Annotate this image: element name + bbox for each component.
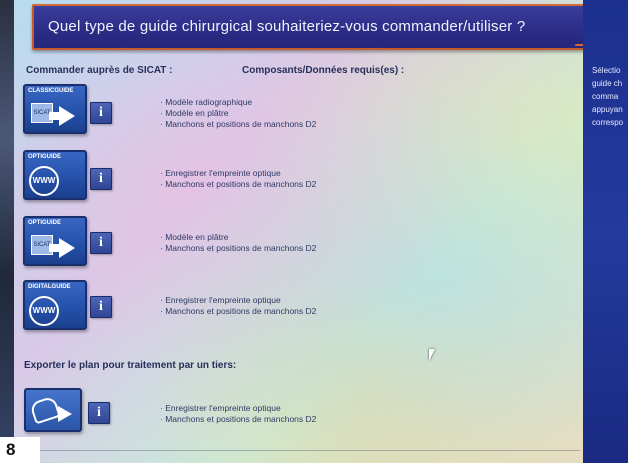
- dialog-screen: Quel type de guide chirurgical souhaiter…: [14, 0, 614, 463]
- info-button-export[interactable]: i: [88, 402, 110, 424]
- arrow-right-icon: [49, 106, 75, 126]
- requirement-item: · Manchons et positions de manchons D2: [160, 179, 317, 189]
- requirement-item: · Modèle en plâtre: [160, 108, 229, 118]
- dialog-title: Quel type de guide chirurgical souhaiter…: [48, 18, 526, 35]
- requirements-list-digitalguide: · Enregistrer l'empreinte optique · Manc…: [160, 295, 316, 317]
- info-button-digitalguide[interactable]: i: [90, 296, 112, 318]
- requirement-item: · Enregistrer l'empreinte optique: [160, 295, 281, 305]
- requirement-item: · Manchons et positions de manchons D2: [160, 414, 317, 424]
- mouse-cursor-icon: [429, 349, 435, 361]
- info-button-optiguide-sicat[interactable]: i: [90, 232, 112, 254]
- icon-brand-label: OPTIGUIDE: [28, 154, 62, 160]
- side-help-panel: Sélectio guide ch comma appuyan correspo: [583, 0, 628, 463]
- side-panel-line: guide ch: [592, 79, 623, 88]
- bottom-divider: [40, 450, 580, 451]
- side-panel-line: appuyan: [592, 105, 623, 114]
- requirement-item: · Manchons et positions de manchons D2: [160, 306, 317, 316]
- dialog-title-bar: Quel type de guide chirurgical souhaiter…: [32, 4, 596, 50]
- side-panel-line: comma: [592, 92, 619, 101]
- requirement-item: · Manchons et positions de manchons D2: [160, 243, 317, 253]
- icon-brand-label: OPTIGUIDE: [28, 220, 62, 226]
- section-order-label: Commander auprès de SICAT :: [26, 65, 173, 76]
- side-panel-line: Sélectio: [592, 66, 621, 75]
- requirement-item: · Modèle en plâtre: [160, 232, 229, 242]
- icon-brand-label: CLASSICGUIDE: [28, 88, 74, 94]
- info-button-classicguide[interactable]: i: [90, 102, 112, 124]
- icon-brand-label: DIGITALGUIDE: [28, 284, 71, 290]
- section-requirements-label: Composants/Données requis(es) :: [242, 65, 405, 76]
- info-button-optiguide-www[interactable]: i: [90, 168, 112, 190]
- optiguide-www-option[interactable]: OPTIGUIDE WWW: [23, 150, 87, 200]
- optiguide-sicat-option[interactable]: OPTIGUIDE SICAT: [23, 216, 87, 266]
- requirements-list-optiguide-www: · Enregistrer l'empreinte optique · Manc…: [160, 168, 316, 190]
- requirements-list-optiguide-sicat: · Modèle en plâtre · Manchons et positio…: [160, 232, 316, 254]
- requirement-item: · Enregistrer l'empreinte optique: [160, 168, 281, 178]
- requirement-item: · Modèle radiographique: [160, 97, 253, 107]
- background-left-edge: [0, 0, 14, 463]
- classicguide-sicat-option[interactable]: CLASSICGUIDE SICAT: [23, 84, 87, 134]
- requirements-list-classicguide: · Modèle radiographique · Modèle en plât…: [160, 97, 316, 130]
- export-third-party-option[interactable]: [24, 388, 82, 432]
- requirement-item: · Enregistrer l'empreinte optique: [160, 403, 281, 413]
- globe-www-icon: WWW: [29, 166, 59, 196]
- requirement-item: · Manchons et positions de manchons D2: [160, 119, 317, 129]
- digitalguide-www-option[interactable]: DIGITALGUIDE WWW: [23, 280, 87, 330]
- arrow-right-icon: [58, 406, 72, 422]
- requirements-list-export: · Enregistrer l'empreinte optique · Manc…: [160, 403, 316, 425]
- globe-www-icon: WWW: [29, 296, 59, 326]
- side-panel-line: correspo: [592, 118, 624, 127]
- section-export-label: Exporter le plan pour traitement par un …: [24, 360, 237, 371]
- arrow-right-icon: [49, 238, 75, 258]
- figure-number-badge: 8: [0, 437, 40, 463]
- export-tray-icon: [29, 395, 61, 425]
